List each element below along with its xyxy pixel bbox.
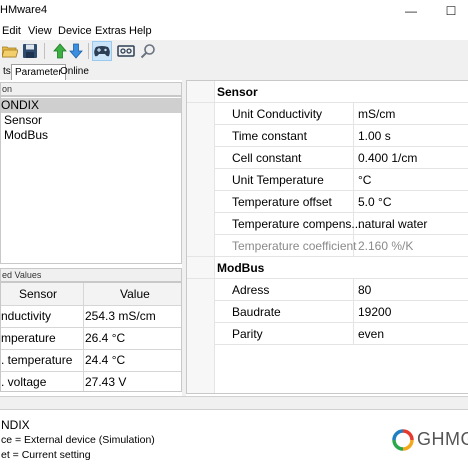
- window-title: HMware4: [0, 4, 48, 16]
- tree-item-ondix[interactable]: ONDIX: [1, 98, 181, 113]
- property-value[interactable]: even: [358, 323, 384, 345]
- tab-strip: ts Parameter Online: [0, 62, 468, 80]
- table-cell-sensor: . temperature: [1, 353, 73, 367]
- value-column-divider: [353, 279, 354, 345]
- ghm-logo-text: GHMGR: [417, 429, 468, 449]
- property-name: Adress: [232, 283, 270, 297]
- column-header-sensor[interactable]: Sensor: [19, 283, 57, 305]
- tree-item-modbus[interactable]: ModBus: [4, 128, 48, 143]
- property-name: Unit Conductivity: [232, 107, 323, 121]
- measured-values-title: ed Values: [2, 270, 42, 280]
- save-icon[interactable]: [20, 41, 40, 61]
- gamepad-icon[interactable]: [92, 41, 112, 61]
- minimize-button[interactable]: —: [396, 0, 426, 22]
- ghm-logo-ring-icon: [392, 429, 414, 451]
- row-divider: [187, 278, 468, 279]
- tree-item-label: ONDIX: [1, 98, 40, 112]
- property-name: Cell constant: [232, 151, 302, 165]
- measured-values-header: ed Values: [0, 268, 182, 282]
- property-name: Temperature compens...: [232, 217, 362, 231]
- property-value[interactable]: 19200: [358, 301, 391, 323]
- property-grid-gutter: [187, 81, 215, 393]
- tree-item-sensor[interactable]: Sensor: [4, 113, 42, 128]
- row-divider: [215, 344, 468, 345]
- menu-view[interactable]: View: [28, 25, 52, 37]
- property-value[interactable]: natural water: [358, 213, 427, 235]
- column-header-value[interactable]: Value: [120, 283, 150, 305]
- property-value[interactable]: mS/cm: [358, 103, 395, 125]
- property-name: Baudrate: [232, 305, 281, 319]
- property-value[interactable]: 1.00 s: [358, 125, 391, 147]
- menu-bar: Edit View Device Extras Help: [0, 22, 468, 40]
- tree-item-label: ModBus: [4, 128, 49, 142]
- table-cell-sensor: mperature: [1, 331, 56, 345]
- tab-online[interactable]: Online: [57, 64, 92, 80]
- category-modbus[interactable]: ModBus: [217, 257, 264, 279]
- table-cell-value: 254.3 mS/cm: [85, 309, 156, 323]
- category-sensor[interactable]: Sensor: [217, 81, 258, 103]
- table-cell-value: 26.4 °C: [85, 331, 126, 345]
- property-name: Parity: [232, 327, 263, 341]
- tree-panel-header: on: [0, 82, 182, 96]
- ghm-logo: GHMGR: [392, 428, 468, 454]
- info-panel: NDIX ce = External device (Simulation) e…: [0, 410, 468, 468]
- info-line-setting: et = Current setting: [1, 449, 91, 461]
- info-device-name: NDIX: [1, 418, 30, 432]
- property-name: Unit Temperature: [232, 173, 324, 187]
- table-cell-sensor: . voltage: [1, 375, 47, 389]
- info-line-source: ce = External device (Simulation): [1, 434, 155, 446]
- open-folder-icon[interactable]: [0, 41, 20, 61]
- toolbar-separator: [88, 43, 89, 59]
- measured-values-table: Sensor Value nductivity 254.3 mS/cm mper…: [0, 282, 182, 392]
- property-value[interactable]: 0.400 1/cm: [358, 147, 417, 169]
- toolbar-separator: [44, 43, 45, 59]
- title-bar: HMware4 — ☐: [0, 0, 468, 22]
- tree-panel-title: on: [2, 84, 13, 94]
- menu-device[interactable]: Device: [58, 25, 92, 37]
- property-value[interactable]: 5.0 °C: [358, 191, 391, 213]
- row-divider: [187, 102, 468, 103]
- property-name-disabled: Temperature coefficient: [232, 239, 357, 253]
- menu-edit[interactable]: Edit: [2, 25, 21, 37]
- property-value-disabled: 2.160 %/K: [358, 239, 414, 253]
- property-grid: Sensor Unit Conductivity mS/cm Time cons…: [186, 80, 468, 394]
- cassette-icon[interactable]: [116, 41, 136, 61]
- tree-item-label: Sensor: [4, 113, 43, 127]
- maximize-button[interactable]: ☐: [436, 0, 466, 22]
- property-value[interactable]: 80: [358, 279, 371, 301]
- device-tree: ONDIX Sensor ModBus: [0, 96, 182, 264]
- toolbar: [0, 40, 468, 62]
- menu-help[interactable]: Help: [129, 25, 152, 37]
- column-divider: [83, 283, 84, 391]
- info-splitter[interactable]: [0, 396, 468, 410]
- menu-extras[interactable]: Extras: [95, 25, 126, 37]
- search-icon[interactable]: [138, 41, 158, 61]
- table-cell-sensor: nductivity: [1, 309, 52, 323]
- property-name: Time constant: [232, 129, 307, 143]
- download-icon[interactable]: [66, 41, 86, 61]
- property-value[interactable]: °C: [358, 169, 371, 191]
- table-cell-value: 27.43 V: [85, 375, 127, 389]
- table-cell-value: 24.4 °C: [85, 353, 126, 367]
- property-name: Temperature offset: [232, 195, 332, 209]
